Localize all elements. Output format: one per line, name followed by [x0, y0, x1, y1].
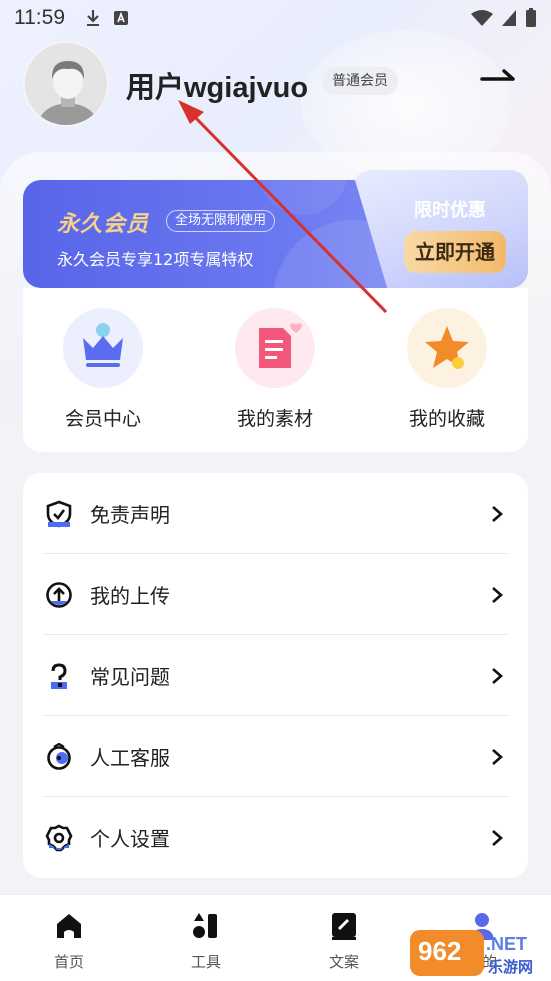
quick-action-label: 我的素材	[236, 408, 313, 430]
document-heart-icon	[235, 308, 315, 388]
chevron-right-icon	[492, 586, 503, 603]
tools-icon	[193, 913, 217, 938]
quick-action-my-materials[interactable]: 我的素材	[215, 308, 335, 431]
menu-card: 免责声明 我的上传 常见问题 人工客服 个人设置	[23, 473, 528, 878]
username: 用户wgiajvuo	[126, 72, 309, 104]
settings-icon	[45, 824, 73, 851]
nav-label: 文案	[328, 953, 359, 971]
vip-tag: 全场无限制使用	[166, 210, 276, 232]
svg-text:962: 962	[418, 936, 461, 966]
quick-action-my-favorites[interactable]: 我的收藏	[387, 308, 507, 431]
menu-item-personal-settings[interactable]: 个人设置	[23, 797, 528, 878]
nav-tab-home[interactable]: 首页	[29, 911, 109, 972]
signal-icon	[502, 10, 516, 26]
chevron-right-icon	[492, 667, 503, 684]
menu-item-label: 常见问题	[90, 665, 170, 689]
menu-item-label: 人工客服	[90, 746, 170, 770]
customer-service-icon	[47, 742, 71, 770]
nav-tab-tools[interactable]: 工具	[166, 911, 246, 972]
star-icon	[407, 308, 487, 388]
quick-action-label: 会员中心	[64, 408, 141, 430]
home-icon	[57, 914, 81, 938]
svg-text:乐游网: 乐游网	[488, 958, 533, 976]
menu-item-label: 我的上传	[90, 584, 170, 608]
question-icon	[51, 662, 67, 689]
avatar[interactable]	[23, 41, 109, 127]
status-bar: 11:59	[0, 0, 551, 36]
chevron-right-icon	[492, 505, 503, 522]
vip-open-button[interactable]: 立即开通	[404, 231, 506, 273]
quick-action-label: 我的收藏	[408, 408, 485, 430]
menu-item-customer-service[interactable]: 人工客服	[23, 716, 528, 797]
copywriting-icon	[332, 913, 356, 940]
nav-label: 首页	[53, 953, 84, 971]
menu-item-faq[interactable]: 常见问题	[23, 635, 528, 716]
vip-title: 永久会员	[57, 212, 150, 237]
quick-action-member-center[interactable]: 会员中心	[43, 308, 163, 431]
battery-icon	[526, 8, 536, 27]
logout-icon[interactable]	[480, 68, 516, 90]
nav-label: 工具	[190, 953, 221, 971]
menu-item-my-uploads[interactable]: 我的上传	[23, 554, 528, 635]
chevron-right-icon	[492, 829, 503, 846]
menu-item-disclaimer[interactable]: 免责声明	[23, 473, 528, 554]
download-icon	[87, 10, 99, 26]
shield-check-icon	[46, 500, 72, 527]
member-level-badge: 普通会员	[322, 67, 398, 95]
nav-tab-copywriting[interactable]: 文案	[304, 911, 384, 972]
vip-subtitle: 永久会员专享12项专属特权	[57, 250, 254, 269]
svg-text:.NET: .NET	[486, 934, 527, 954]
watermark-logo: 962 .NET 乐游网	[410, 930, 533, 976]
vip-limited-offer: 限时优惠	[414, 200, 486, 221]
menu-item-label: 免责声明	[90, 503, 170, 527]
default-avatar-icon	[25, 43, 107, 125]
crown-icon	[63, 308, 143, 388]
upload-icon	[46, 581, 72, 608]
quick-actions-card: 会员中心 我的素材 我的收藏	[23, 288, 528, 452]
status-time: 11:59	[14, 6, 65, 29]
wifi-icon	[471, 10, 493, 26]
keyboard-a-icon	[114, 11, 128, 25]
menu-item-label: 个人设置	[90, 827, 170, 851]
chevron-right-icon	[492, 748, 503, 765]
